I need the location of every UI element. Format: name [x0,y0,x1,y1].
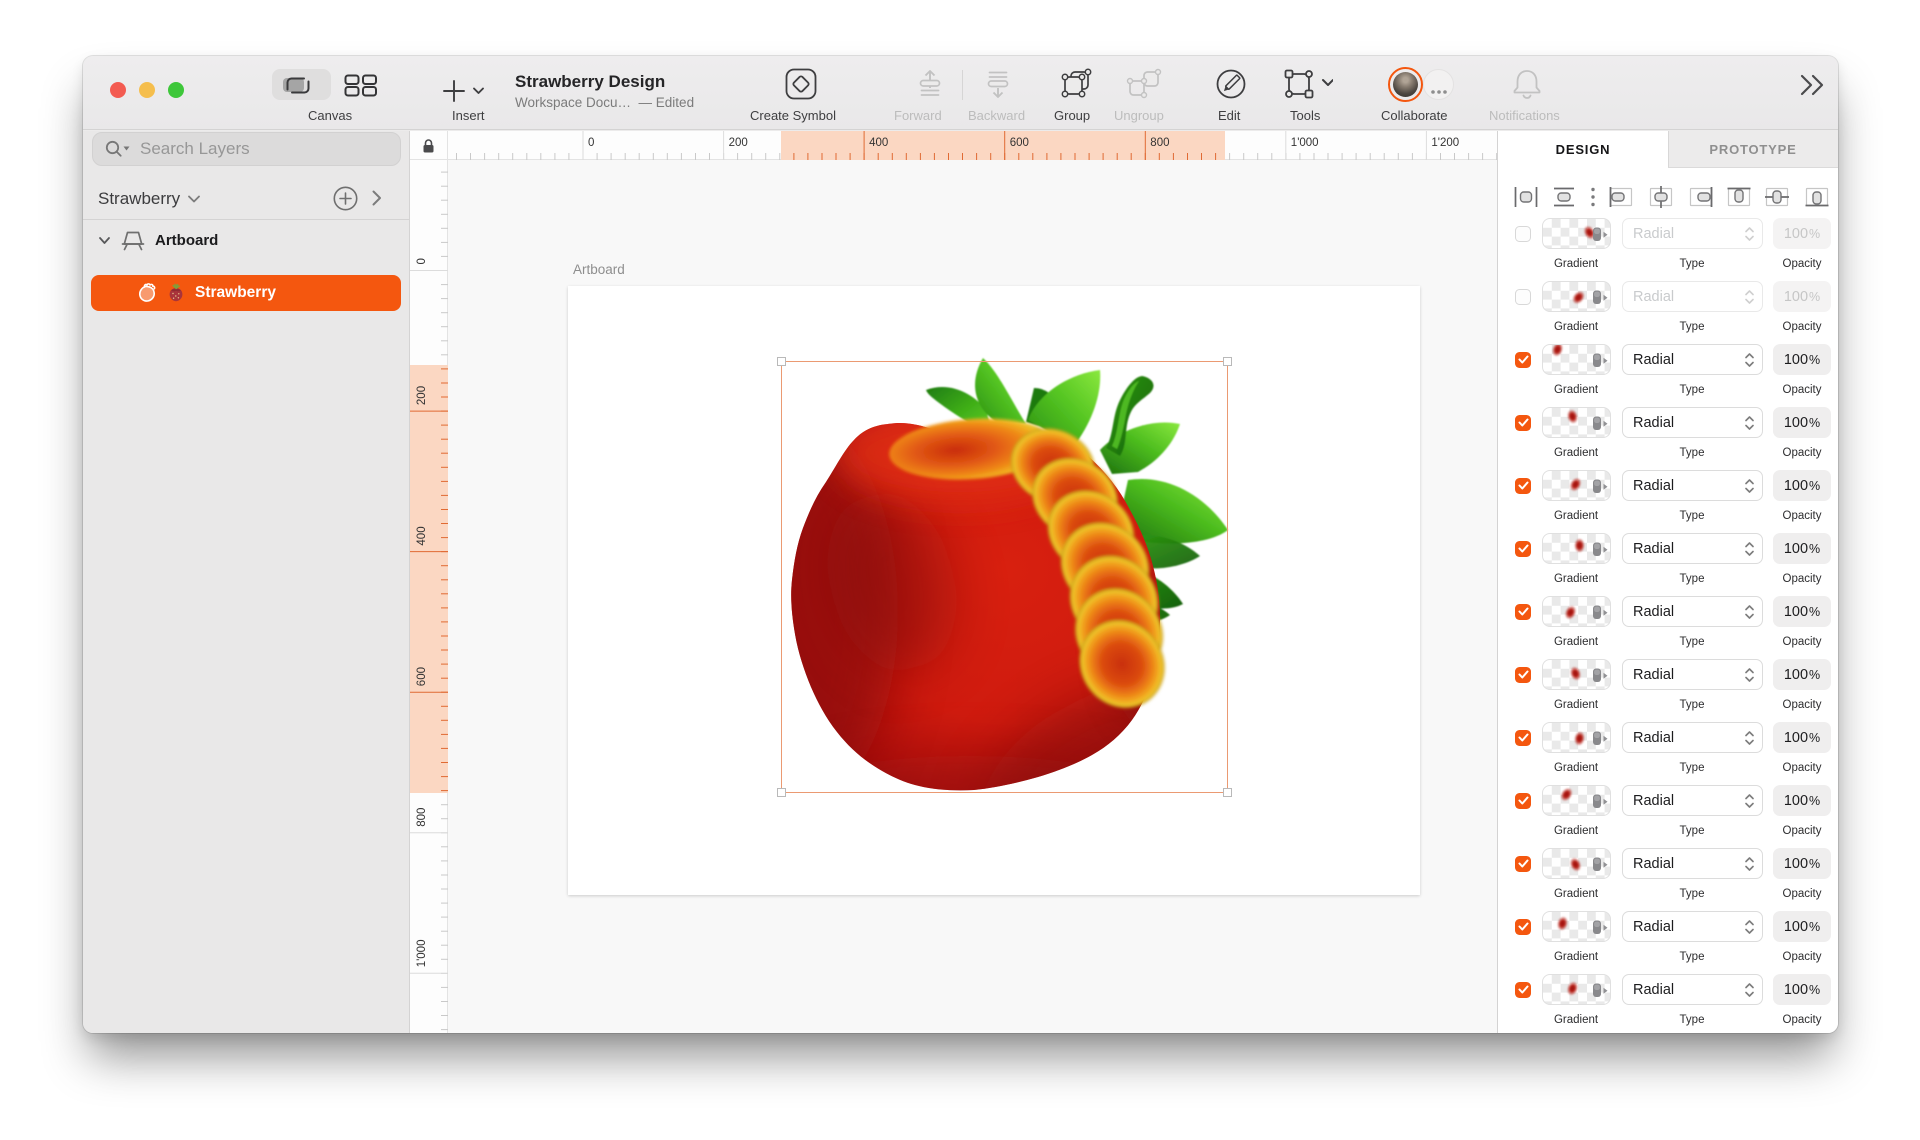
svg-text:1'000: 1'000 [1291,137,1319,149]
svg-text:800: 800 [416,808,428,827]
svg-text:1'200: 1'200 [1431,137,1459,149]
svg-text:600: 600 [1010,137,1029,149]
svg-text:600: 600 [416,667,428,686]
svg-text:200: 200 [729,137,748,149]
svg-text:1'000: 1'000 [416,940,428,968]
svg-text:0: 0 [416,258,428,264]
svg-text:0: 0 [588,137,594,149]
svg-text:200: 200 [416,386,428,405]
svg-text:400: 400 [869,137,888,149]
svg-text:400: 400 [416,526,428,545]
svg-text:800: 800 [1150,137,1169,149]
